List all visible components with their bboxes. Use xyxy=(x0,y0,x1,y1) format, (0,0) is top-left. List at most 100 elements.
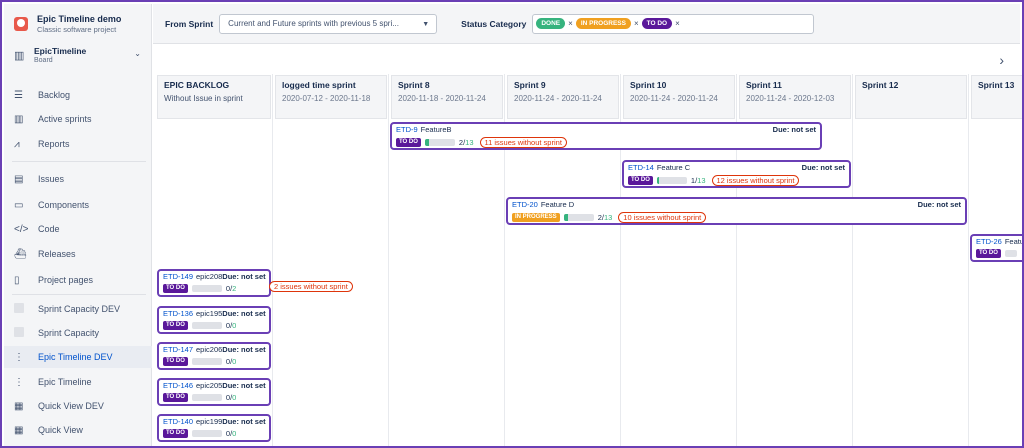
progress-bar xyxy=(191,358,222,365)
sidebar-item-project-pages[interactable]: ▯ Project pages xyxy=(4,269,152,291)
epic-card[interactable]: ETD-140 epic199 Due: not set TO DO 0/0 xyxy=(157,414,271,442)
column-title: Sprint 8 xyxy=(398,80,430,90)
project-avatar-icon xyxy=(14,17,28,31)
progress-bar xyxy=(191,394,222,401)
epic-key[interactable]: ETD-140 xyxy=(163,417,193,426)
column-title: Sprint 11 xyxy=(746,80,782,90)
epic-key[interactable]: ETD-26 xyxy=(976,237,1002,246)
sidebar-item-epic-timeline-dev[interactable]: ⋮ Epic Timeline DEV xyxy=(4,346,152,368)
board-name: EpicTimeline xyxy=(34,45,87,56)
epic-card[interactable]: ETD-146 epic205 Due: not set TO DO 0/0 xyxy=(157,378,271,406)
remove-chip-icon[interactable]: × xyxy=(634,19,639,28)
warning-badge[interactable]: 2 issues without sprint xyxy=(269,281,353,292)
epic-name: epic195 xyxy=(196,309,223,318)
progress-bar xyxy=(191,322,222,329)
components-icon: ▭ xyxy=(14,199,24,211)
epic-name: epic205 xyxy=(196,381,223,390)
sidebar-item-backlog[interactable]: ☰ Backlog xyxy=(4,84,152,106)
sidebar-item-quick-view-dev[interactable]: ▦ Quick View DEV xyxy=(4,395,152,417)
board-icon: ▥ xyxy=(14,49,25,62)
epic-key[interactable]: ETD-14 xyxy=(628,163,654,172)
progress-bar xyxy=(1004,250,1017,257)
issue-count: 0/0 xyxy=(225,321,237,330)
epic-card[interactable]: ETD-20 Feature D Due: not set IN PROGRESS 2… xyxy=(506,197,967,225)
sidebar-item-components[interactable]: ▭ Components xyxy=(4,194,152,216)
epic-name: epic206 xyxy=(196,345,223,354)
progress-bar xyxy=(563,214,594,221)
epic-due: Due: not set xyxy=(222,345,266,354)
column-title: Sprint 10 xyxy=(630,80,667,90)
page-icon: ▯ xyxy=(14,274,20,286)
sidebar-item-issues[interactable]: ▤ Issues xyxy=(4,168,152,190)
sidebar-divider xyxy=(12,161,146,162)
column-dates: 2020-11-18 - 2020-11-24 xyxy=(398,94,486,103)
sidebar-item-sprint-capacity-dev[interactable]: Sprint Capacity DEV xyxy=(4,298,152,320)
status-lozenge: IN PROGRESS xyxy=(512,213,560,222)
column-dates: 2020-11-24 - 2020-11-24 xyxy=(514,94,602,103)
epic-card[interactable]: ETD-14 Feature C Due: not set TO DO 1/13 12 … xyxy=(622,160,851,188)
remove-chip-icon[interactable]: × xyxy=(675,19,680,28)
epic-card[interactable]: ETD-136 epic195 Due: not set TO DO 0/0 xyxy=(157,306,271,334)
sidebar-item-releases[interactable]: ⛴ Releases xyxy=(4,243,152,265)
from-sprint-value: Current and Future sprints with previous… xyxy=(228,19,399,28)
epic-due: Due: not set xyxy=(222,309,266,318)
issue-count: 0/0 xyxy=(225,393,237,402)
backlog-icon: ☰ xyxy=(14,89,23,101)
sidebar-item-code[interactable]: </> Code xyxy=(4,218,152,240)
project-header[interactable]: Epic Timeline demo Classic software proj… xyxy=(4,4,151,40)
app-icon xyxy=(14,326,24,337)
column-header: Sprint 9 2020-11-24 - 2020-11-24 xyxy=(507,75,619,119)
column-title: EPIC BACKLOG xyxy=(164,80,230,90)
epic-key[interactable]: ETD-9 xyxy=(396,125,418,134)
scroll-right-arrow-icon[interactable]: › xyxy=(999,52,1004,68)
epic-key[interactable]: ETD-149 xyxy=(163,272,193,281)
chevron-down-icon: ⌄ xyxy=(134,49,141,58)
epic-card[interactable]: ETD-9 FeatureB Due: not set TO DO 2/13 11 is… xyxy=(390,122,822,150)
sidebar-item-epic-timeline[interactable]: ⋮ Epic Timeline xyxy=(4,371,152,393)
epic-name: Feature xyxy=(1004,237,1024,246)
epic-key[interactable]: ETD-20 xyxy=(512,200,538,209)
epic-card[interactable]: ETD-26Feature TO DO xyxy=(970,234,1024,262)
chart-icon: ⩘ xyxy=(14,138,20,150)
status-lozenge: TO DO xyxy=(163,357,188,366)
issues-icon: ▤ xyxy=(14,173,24,185)
column-dates: 2020-07-12 - 2020-11-18 xyxy=(282,94,371,103)
sidebar-item-quick-view[interactable]: ▦ Quick View xyxy=(4,419,152,441)
epic-key[interactable]: ETD-136 xyxy=(163,309,193,318)
column-header: Sprint 10 2020-11-24 - 2020-11-24 xyxy=(623,75,735,119)
sidebar-item-reports[interactable]: ⩘ Reports xyxy=(4,133,152,155)
quickview-icon: ▦ xyxy=(14,424,24,436)
epic-card[interactable]: ETD-149 epic208 Due: not set TO DO 0/2 xyxy=(157,269,271,297)
status-lozenge: TO DO xyxy=(163,429,188,438)
sidebar-item-sprint-capacity[interactable]: Sprint Capacity xyxy=(4,322,152,344)
column-header: Sprint 11 2020-11-24 - 2020-12-03 xyxy=(739,75,851,119)
status-lozenge: TO DO xyxy=(628,176,653,185)
column-header: Sprint 13 xyxy=(971,75,1022,119)
issue-count: 2/13 xyxy=(458,138,474,147)
progress-fill xyxy=(424,139,430,146)
warning-badge[interactable]: 11 issues without sprint xyxy=(479,137,567,148)
board-selector[interactable]: ▥ EpicTimeline Board ⌄ xyxy=(4,40,151,70)
status-chip-to-do: TO DO xyxy=(641,18,673,29)
issue-count: 2/13 xyxy=(597,213,613,222)
column-sprint-12 xyxy=(853,74,969,446)
status-chip-in-progress: IN PROGRESS xyxy=(575,18,631,29)
timeline-icon: ⋮ xyxy=(14,351,24,363)
sidebar-item-active-sprints[interactable]: ▥ Active sprints xyxy=(4,108,152,130)
epic-name: Feature C xyxy=(656,163,691,172)
warning-badge[interactable]: 10 issues without sprint xyxy=(618,212,707,223)
remove-chip-icon[interactable]: × xyxy=(568,19,573,28)
ship-icon: ⛴ xyxy=(14,248,27,260)
epic-name: epic199 xyxy=(196,417,223,426)
epic-key[interactable]: ETD-147 xyxy=(163,345,193,354)
code-icon: </> xyxy=(14,223,29,235)
from-sprint-select[interactable]: Current and Future sprints with previous… xyxy=(219,13,438,34)
epic-due: Due: not set xyxy=(772,125,816,134)
epic-key[interactable]: ETD-146 xyxy=(163,381,193,390)
caret-down-icon: ▼ xyxy=(422,20,430,28)
status-lozenge: TO DO xyxy=(163,393,188,402)
epic-card[interactable]: ETD-147 epic206 Due: not set TO DO 0/0 xyxy=(157,342,271,370)
epic-name: Feature D xyxy=(540,200,575,209)
status-category-select[interactable]: DONE × IN PROGRESS × TO DO × xyxy=(532,13,815,34)
warning-badge[interactable]: 12 issues without sprint xyxy=(711,175,800,186)
